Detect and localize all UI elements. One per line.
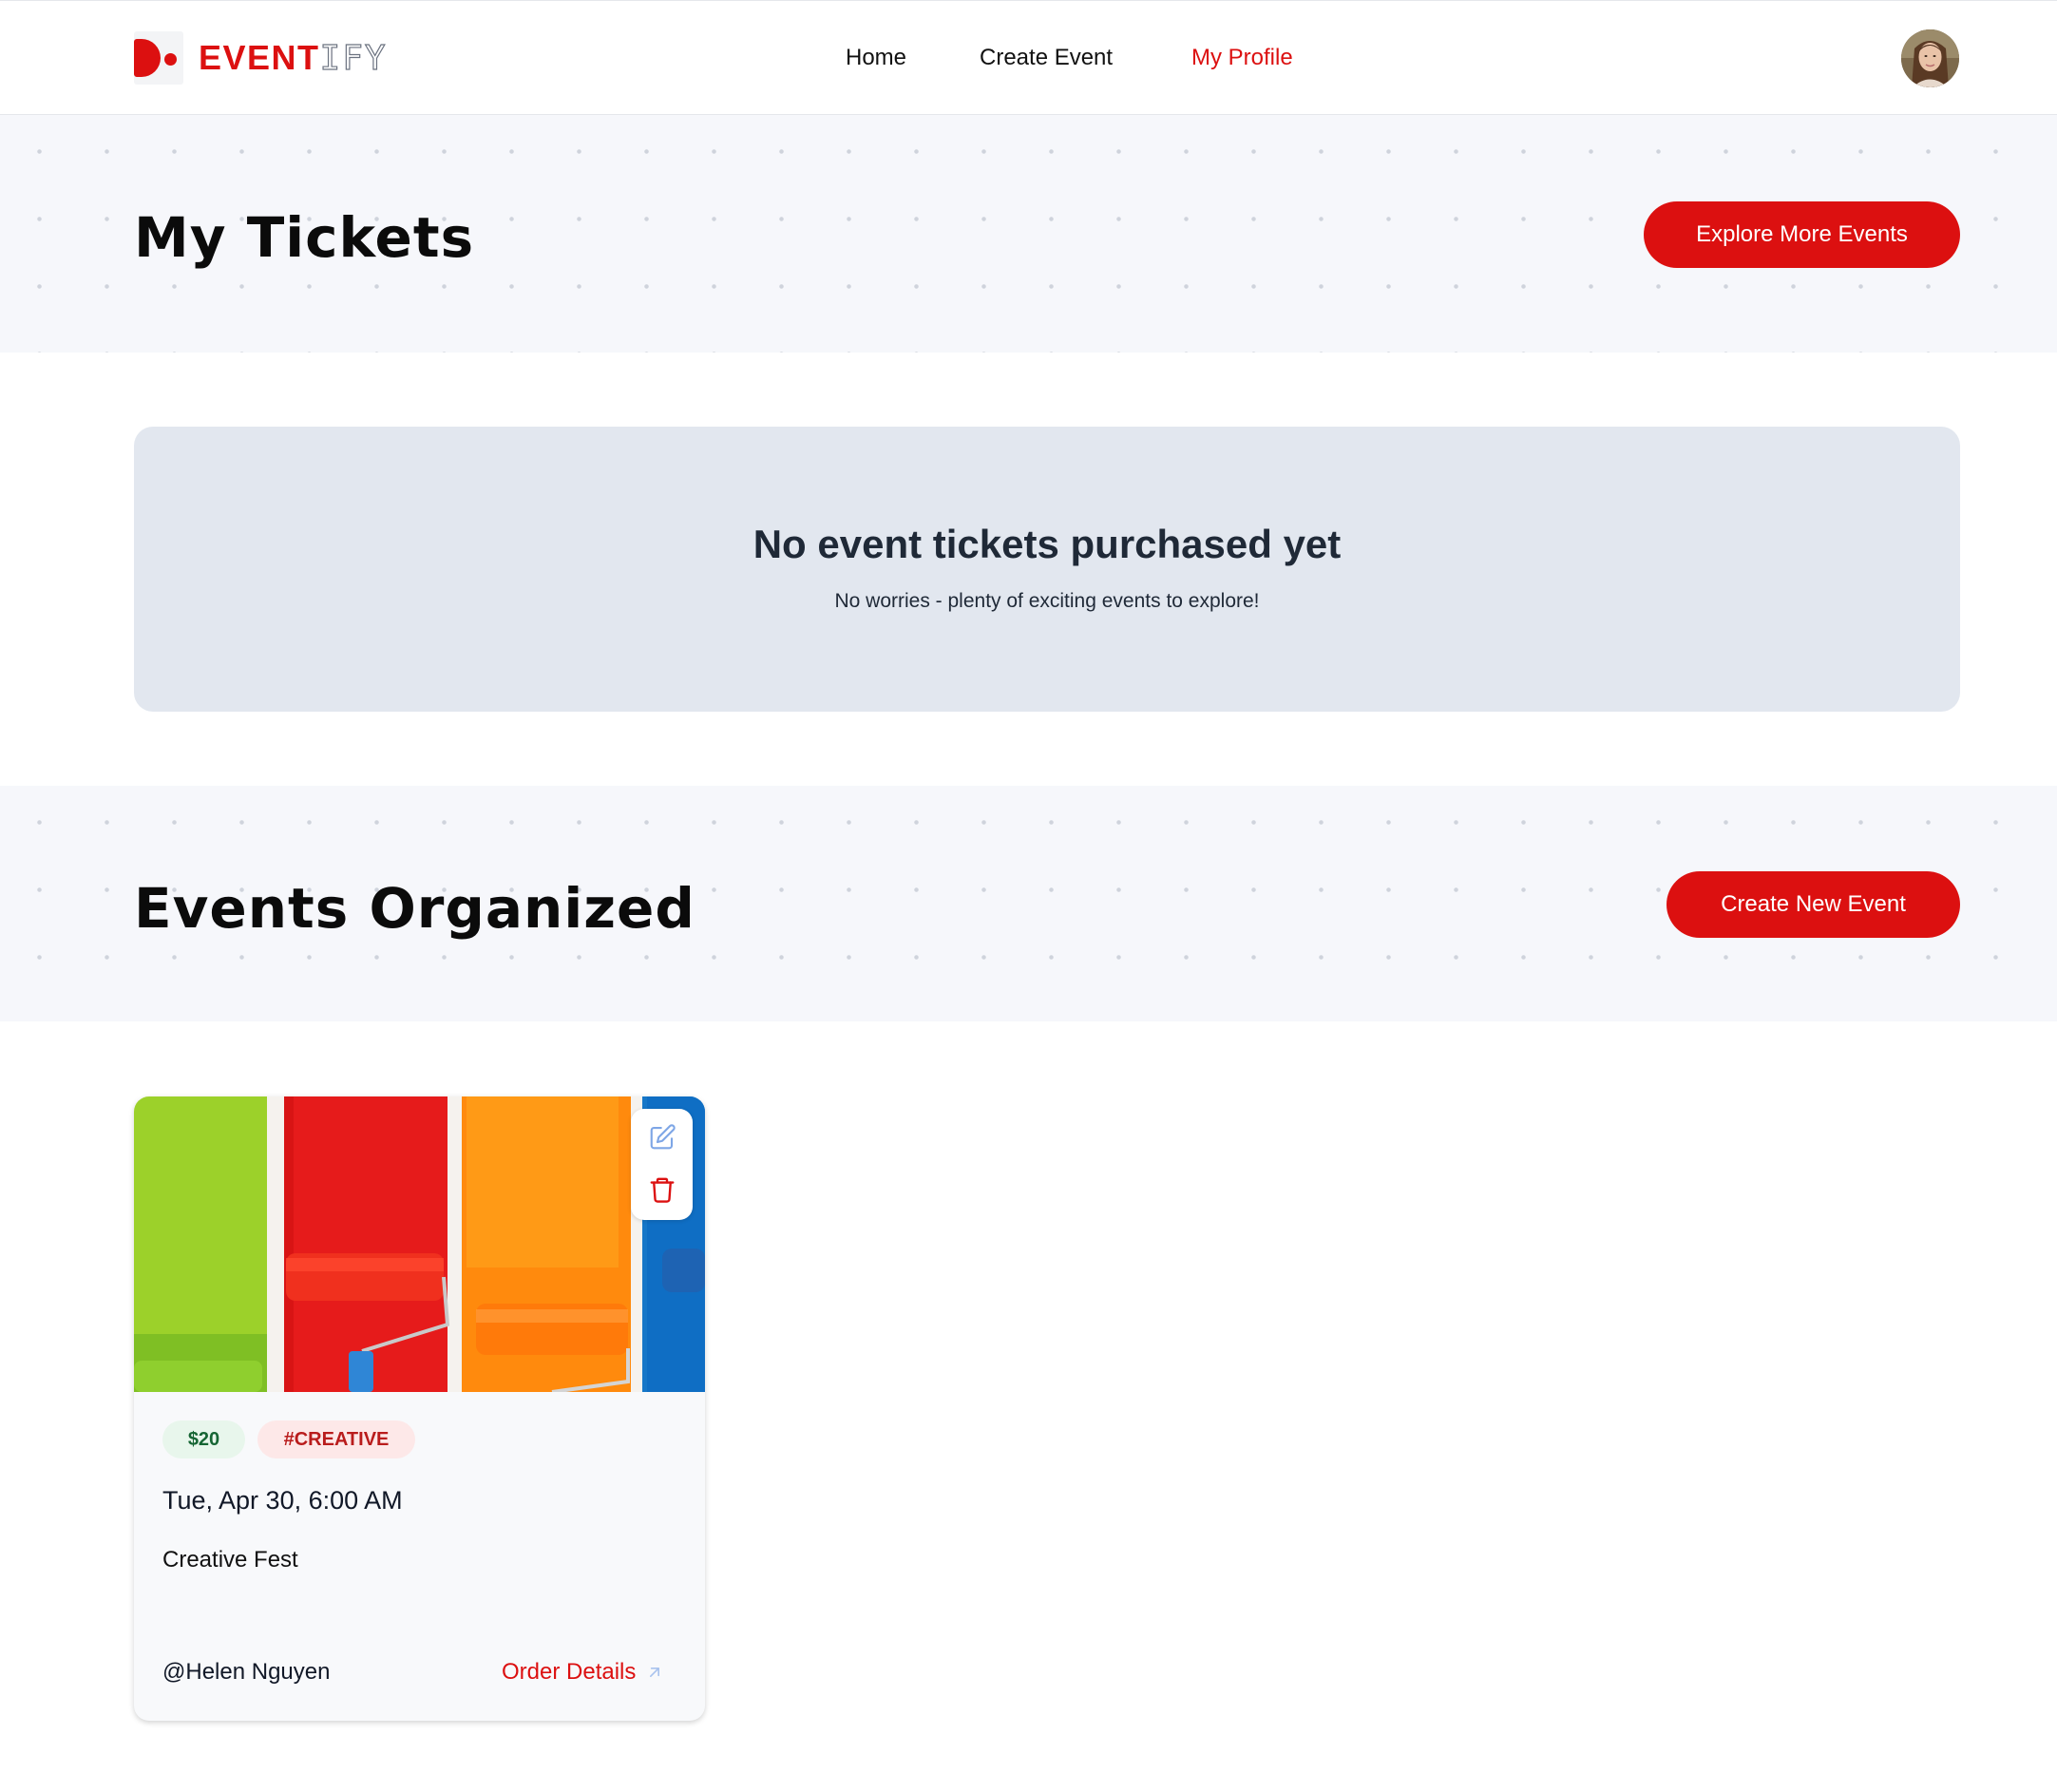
edit-icon[interactable] bbox=[648, 1123, 676, 1152]
event-title[interactable]: Creative Fest bbox=[162, 1547, 298, 1573]
arrow-up-right-icon bbox=[650, 1668, 660, 1677]
category-tag-badge: #CREATIVE bbox=[257, 1420, 415, 1458]
main-nav: Home Create Event My Profile bbox=[0, 39, 2057, 77]
empty-state-subtitle: No worries - plenty of exciting events t… bbox=[834, 590, 1260, 612]
no-tickets-empty-state: No event tickets purchased yet No worrie… bbox=[134, 427, 1960, 712]
price-badge: $20 bbox=[162, 1420, 245, 1458]
top-navbar: EVENT IFY Home Create Event My Profile bbox=[0, 0, 2057, 115]
event-actions-panel bbox=[631, 1109, 693, 1220]
events-organized-title: Events Organized bbox=[134, 876, 695, 941]
user-avatar[interactable] bbox=[1901, 29, 1959, 87]
order-details-link[interactable]: Order Details bbox=[502, 1659, 664, 1686]
nav-create-event-link[interactable]: Create Event bbox=[980, 39, 1113, 77]
my-tickets-title: My Tickets bbox=[134, 205, 475, 270]
event-organizer: @Helen Nguyen bbox=[162, 1659, 331, 1685]
create-new-event-button[interactable]: Create New Event bbox=[1667, 871, 1960, 938]
my-tickets-header-band: My Tickets Explore More Events bbox=[0, 115, 2057, 353]
empty-state-title: No event tickets purchased yet bbox=[752, 522, 1342, 566]
explore-more-events-button[interactable]: Explore More Events bbox=[1644, 201, 1960, 268]
order-details-label: Order Details bbox=[502, 1659, 637, 1685]
nav-my-profile-link[interactable]: My Profile bbox=[1191, 39, 1293, 77]
event-card[interactable]: $20 #CREATIVE Tue, Apr 30, 6:00 AM Creat… bbox=[134, 1096, 705, 1721]
events-organized-header-band: Events Organized Create New Event bbox=[0, 786, 2057, 1021]
event-date: Tue, Apr 30, 6:00 AM bbox=[162, 1486, 403, 1515]
nav-home-link[interactable]: Home bbox=[846, 39, 906, 77]
paint-rollers-image[interactable] bbox=[134, 1096, 705, 1392]
trash-icon[interactable] bbox=[648, 1175, 676, 1204]
